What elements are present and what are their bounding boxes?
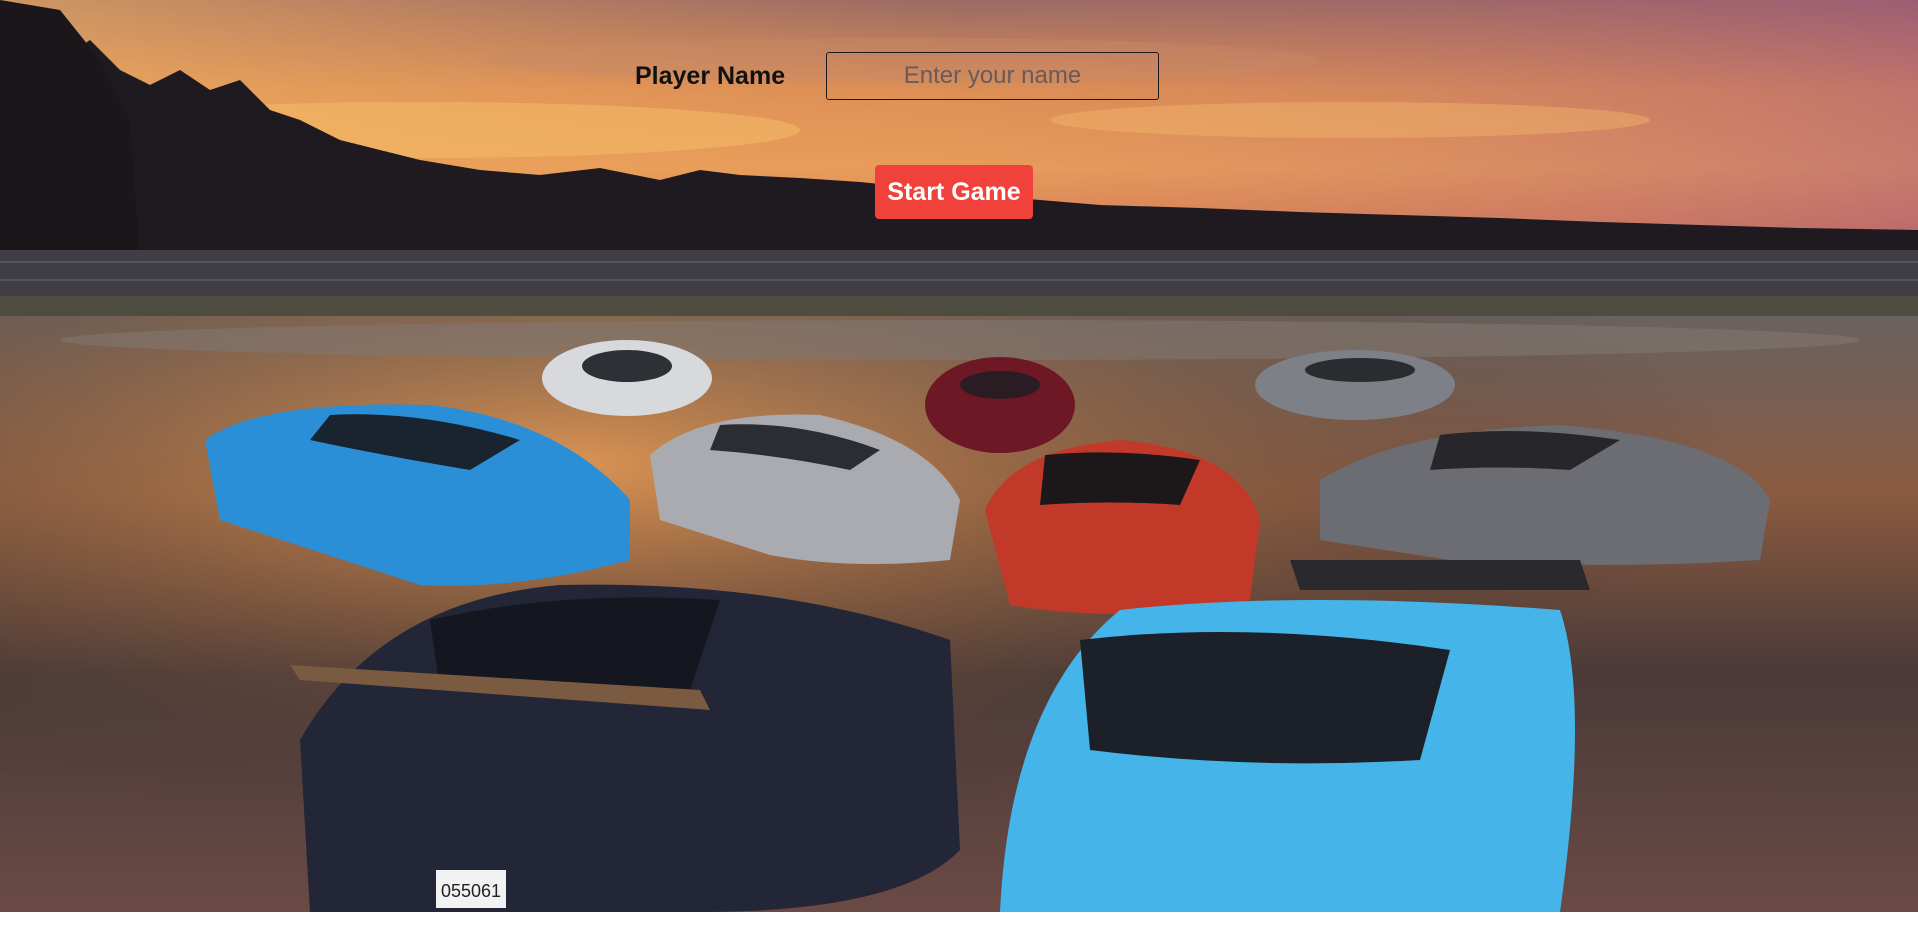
license-plate: 055061 (441, 881, 501, 901)
hero-background: 055061 (0, 0, 1918, 912)
player-name-label: Player Name (635, 61, 786, 90)
start-game-button[interactable]: Start Game (875, 165, 1033, 219)
player-name-input[interactable] (826, 52, 1159, 100)
player-form: Player Name (635, 52, 1159, 100)
